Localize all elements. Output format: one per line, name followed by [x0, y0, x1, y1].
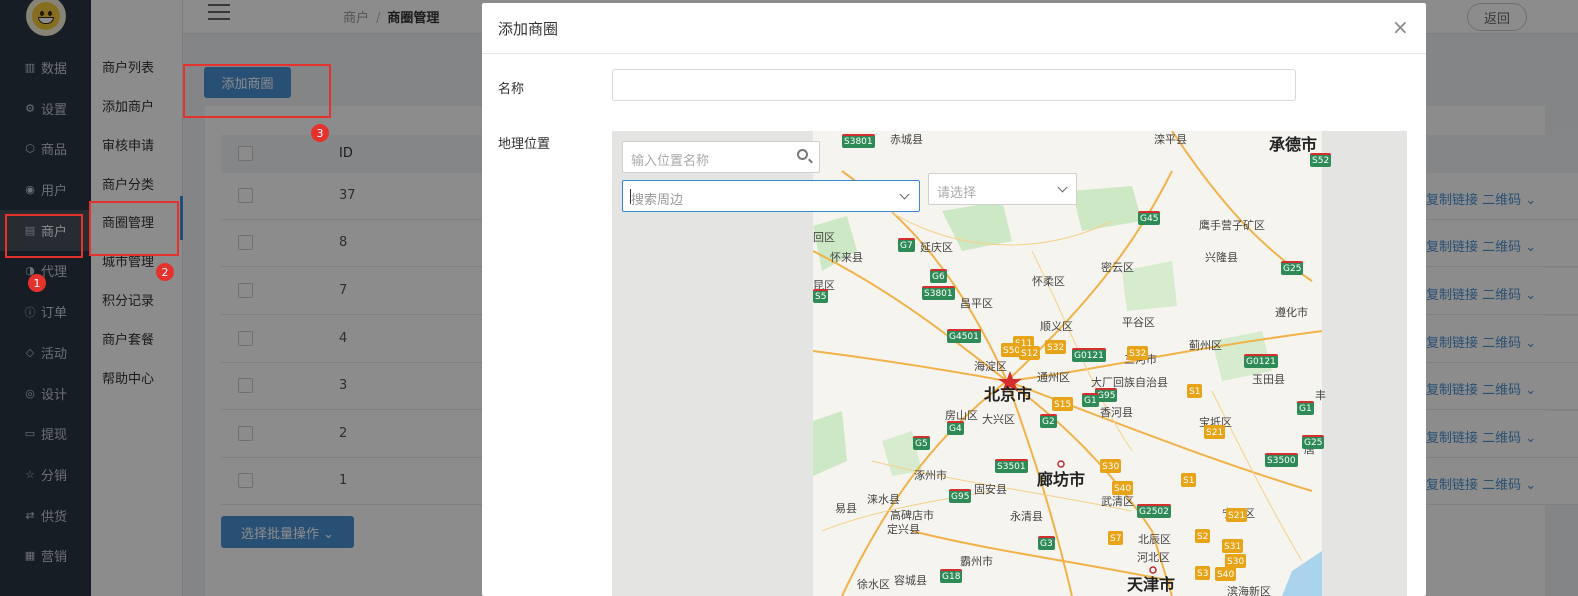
map-road-shield: S30 [1225, 554, 1247, 568]
map-road-shield: S12 [1019, 346, 1041, 360]
map-district-label: 海淀区 [974, 360, 1007, 373]
map-road-shield: S3501 [995, 459, 1028, 473]
location-search-placeholder: 输入位置名称 [631, 154, 710, 169]
annotation-box-1 [5, 214, 83, 258]
map-road-shield: G1 [1082, 393, 1099, 407]
map-road-shield: S30 [1100, 459, 1122, 473]
map-city-label: 北京市 [984, 385, 1033, 404]
map-district-label: 滨海新区 [1227, 585, 1271, 596]
nearby-search-placeholder: 搜索周边 [631, 193, 684, 208]
map-road-shield: G25 [1302, 435, 1325, 449]
map-road-shield: G4501 [947, 329, 981, 343]
map-road-shield: G18 [940, 569, 963, 583]
map-district-label: 北辰区 [1138, 533, 1171, 546]
map-road-shield: S3500 [1265, 453, 1298, 467]
map-district-label: 遵化市 [1275, 306, 1308, 319]
map-view[interactable]: 北京市廊坊市天津市 承德市 赤城县 滦平县鹰手营子矿区兴隆县 延庆区怀来县密云区怀柔区昌… [612, 131, 1407, 596]
map-district-label: 涞水县 [867, 493, 900, 506]
map-road-shield: S31 [1222, 539, 1244, 553]
map-district-label: 滦平县 [1154, 133, 1187, 146]
map-district-label: 兴隆县 [1205, 251, 1238, 264]
map-district-label: 顺义区 [1040, 320, 1073, 333]
map-district-label: 怀柔区 [1032, 275, 1065, 288]
dialog-divider [482, 53, 1426, 54]
map-district-label: 通州区 [1037, 371, 1070, 384]
map-district-label: 昌平区 [960, 297, 993, 310]
map-road-shield: G4 [947, 421, 964, 435]
annotation-marker-3: 3 [311, 124, 329, 142]
map-district-label: 容城县 [894, 574, 927, 587]
map-road-shield: G2 [1040, 414, 1057, 428]
map-road-shield: S40 [1215, 567, 1237, 581]
map-road-shield: S1 [1187, 384, 1203, 398]
map-road-shield: G95 [949, 489, 972, 503]
map-road-shield: S3 [1195, 566, 1211, 580]
location-label: 地理位置 [498, 137, 551, 152]
annotation-box-2 [89, 201, 179, 256]
map-road-shield: S21 [1226, 508, 1248, 522]
map-road-shield: S3801 [922, 286, 955, 300]
map-road-shield: G0121 [1244, 354, 1278, 368]
map-road-shield: S21 [1204, 425, 1226, 439]
category-select[interactable]: 请选择 [928, 173, 1077, 205]
annotation-marker-1: 1 [28, 274, 46, 292]
map-road-shield: G7 [898, 238, 915, 252]
map-district-label: 怀来县 [830, 251, 863, 264]
category-select-placeholder: 请选择 [937, 186, 977, 201]
map-road-shield: S52 [1310, 153, 1332, 167]
name-label: 名称 [498, 82, 525, 97]
map-road-shield: G3 [1038, 536, 1055, 550]
dialog-title: 添加商圈 [498, 20, 559, 38]
map-district-label: 涿州市 [914, 469, 947, 482]
annotation-box-3 [183, 64, 331, 118]
map-district-label: 河北区 [1137, 551, 1170, 564]
map-road-shield: S3801 [842, 134, 875, 148]
map-district-label: 武清区 [1101, 495, 1134, 508]
map-district-label: 延庆区 [920, 241, 953, 254]
map-district-label: 玉田县 [1252, 373, 1285, 386]
map-road-shield: G1 [1297, 401, 1314, 415]
map-district-label: 徐水区 [857, 578, 890, 591]
map-city-label: 廊坊市 [1037, 470, 1086, 489]
map-district-label: 定兴县 [887, 523, 920, 536]
map-road-shield: S7 [1108, 531, 1124, 545]
name-input[interactable] [612, 69, 1296, 101]
map-district-label: 香河县 [1100, 406, 1133, 419]
map-city-label: 天津市 [1127, 575, 1176, 594]
map-district-label: 易县 [835, 502, 857, 515]
map-city-label: 承德市 [1269, 135, 1318, 154]
map-road-shield: G45 [1138, 211, 1161, 225]
annotation-marker-2: 2 [156, 263, 174, 281]
chevron-down-icon[interactable] [899, 189, 910, 200]
chevron-down-icon[interactable] [1057, 182, 1068, 193]
map-road-shield: S32 [1127, 346, 1149, 360]
map-district-label: 赤城县 [890, 133, 923, 146]
map-district-label: 蓟州区 [1189, 339, 1222, 352]
map-district-label: 丰 [1315, 389, 1326, 402]
close-icon[interactable]: × [1392, 17, 1409, 37]
map-road-shield: S40 [1112, 481, 1134, 495]
map-district-label: 鹰手营子矿区 [1199, 219, 1265, 232]
map-road-shield: S5 [813, 289, 829, 303]
map-road-shield: G5 [913, 436, 930, 450]
map-road-shield: G25 [1281, 261, 1304, 275]
map-road-shield: S15 [1052, 397, 1074, 411]
map-district-label: 回区 [813, 231, 835, 244]
map-district-label: 密云区 [1101, 261, 1134, 274]
location-search-input[interactable]: 输入位置名称 [622, 141, 820, 173]
map-road-shield: G0121 [1072, 348, 1106, 362]
map-district-label: 永清县 [1010, 510, 1043, 523]
map-road-shield: S2 [1195, 529, 1211, 543]
map-road-shield: G2502 [1137, 504, 1171, 518]
search-icon[interactable] [797, 149, 808, 160]
map-district-label: 平谷区 [1122, 316, 1155, 329]
map-district-label: 固安县 [974, 483, 1007, 496]
map-road-shield: S1 [1181, 473, 1197, 487]
map-road-shield: S32 [1045, 340, 1067, 354]
add-business-circle-dialog: 添加商圈 × 名称 地理位置 北京市 廊坊市 天津市 承德市 赤城县 滦平县 鹰… [482, 3, 1426, 596]
map-district-label: 霸州市 [960, 555, 993, 568]
map-road-shield: G6 [930, 269, 947, 283]
map-district-label: 大兴区 [982, 413, 1015, 426]
nearby-search-select[interactable]: 搜索周边 [622, 180, 920, 212]
